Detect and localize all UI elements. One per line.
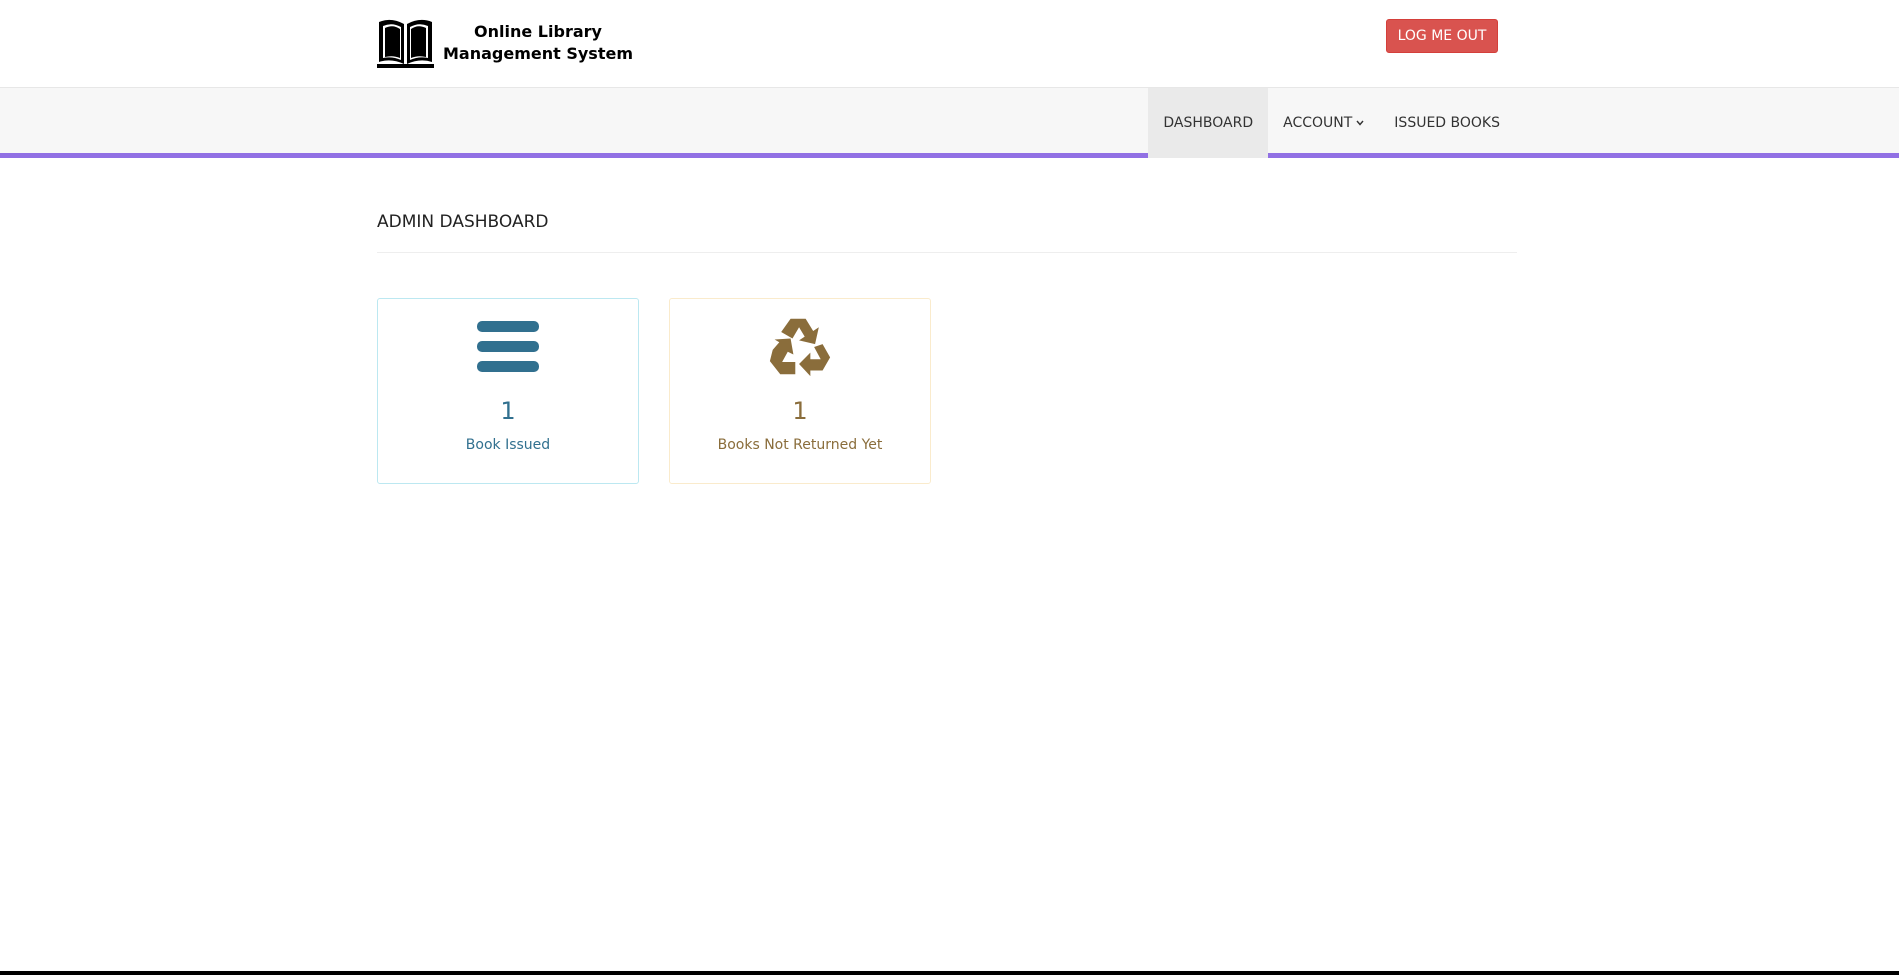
nav-item-label: DASHBOARD — [1163, 115, 1254, 131]
nav-item-issued-books[interactable]: ISSUED BOOKS — [1379, 88, 1515, 158]
open-book-icon — [377, 19, 434, 68]
bars-icon — [476, 319, 540, 375]
nav-item-dashboard[interactable]: DASHBOARD — [1148, 88, 1269, 158]
site-title-line2: Management System — [443, 44, 633, 63]
top-header: Online Library Management System LOG ME … — [0, 0, 1899, 88]
chevron-down-icon — [1356, 120, 1364, 126]
recycle-icon — [768, 318, 832, 377]
logout-button[interactable]: LOG ME OUT — [1386, 19, 1498, 53]
nav-item-label: ACCOUNT — [1283, 115, 1353, 131]
book-issued-count: 1 — [500, 397, 516, 425]
books-not-returned-count: 1 — [792, 397, 808, 425]
dashboard-cards: 1 Book Issued 1 Books Not Returned Yet — [377, 298, 931, 484]
main-content: ADMIN DASHBOARD — [377, 212, 1517, 253]
book-issued-card[interactable]: 1 Book Issued — [377, 298, 639, 484]
nav-item-account[interactable]: ACCOUNT — [1268, 88, 1379, 158]
site-title-line1: Online Library — [474, 22, 602, 41]
books-not-returned-card[interactable]: 1 Books Not Returned Yet — [669, 298, 931, 484]
nav-menu: DASHBOARD ACCOUNT ISSUED BOOKS — [1148, 88, 1515, 158]
book-issued-label: Book Issued — [465, 437, 551, 453]
main-navbar: DASHBOARD ACCOUNT ISSUED BOOKS — [0, 88, 1899, 158]
page-title: ADMIN DASHBOARD — [377, 212, 1517, 253]
window-bottom-edge — [0, 971, 1899, 975]
site-logo[interactable]: Online Library Management System — [377, 16, 633, 70]
nav-item-label: ISSUED BOOKS — [1394, 115, 1500, 131]
books-not-returned-label: Books Not Returned Yet — [717, 437, 883, 453]
site-title: Online Library Management System — [443, 21, 633, 65]
